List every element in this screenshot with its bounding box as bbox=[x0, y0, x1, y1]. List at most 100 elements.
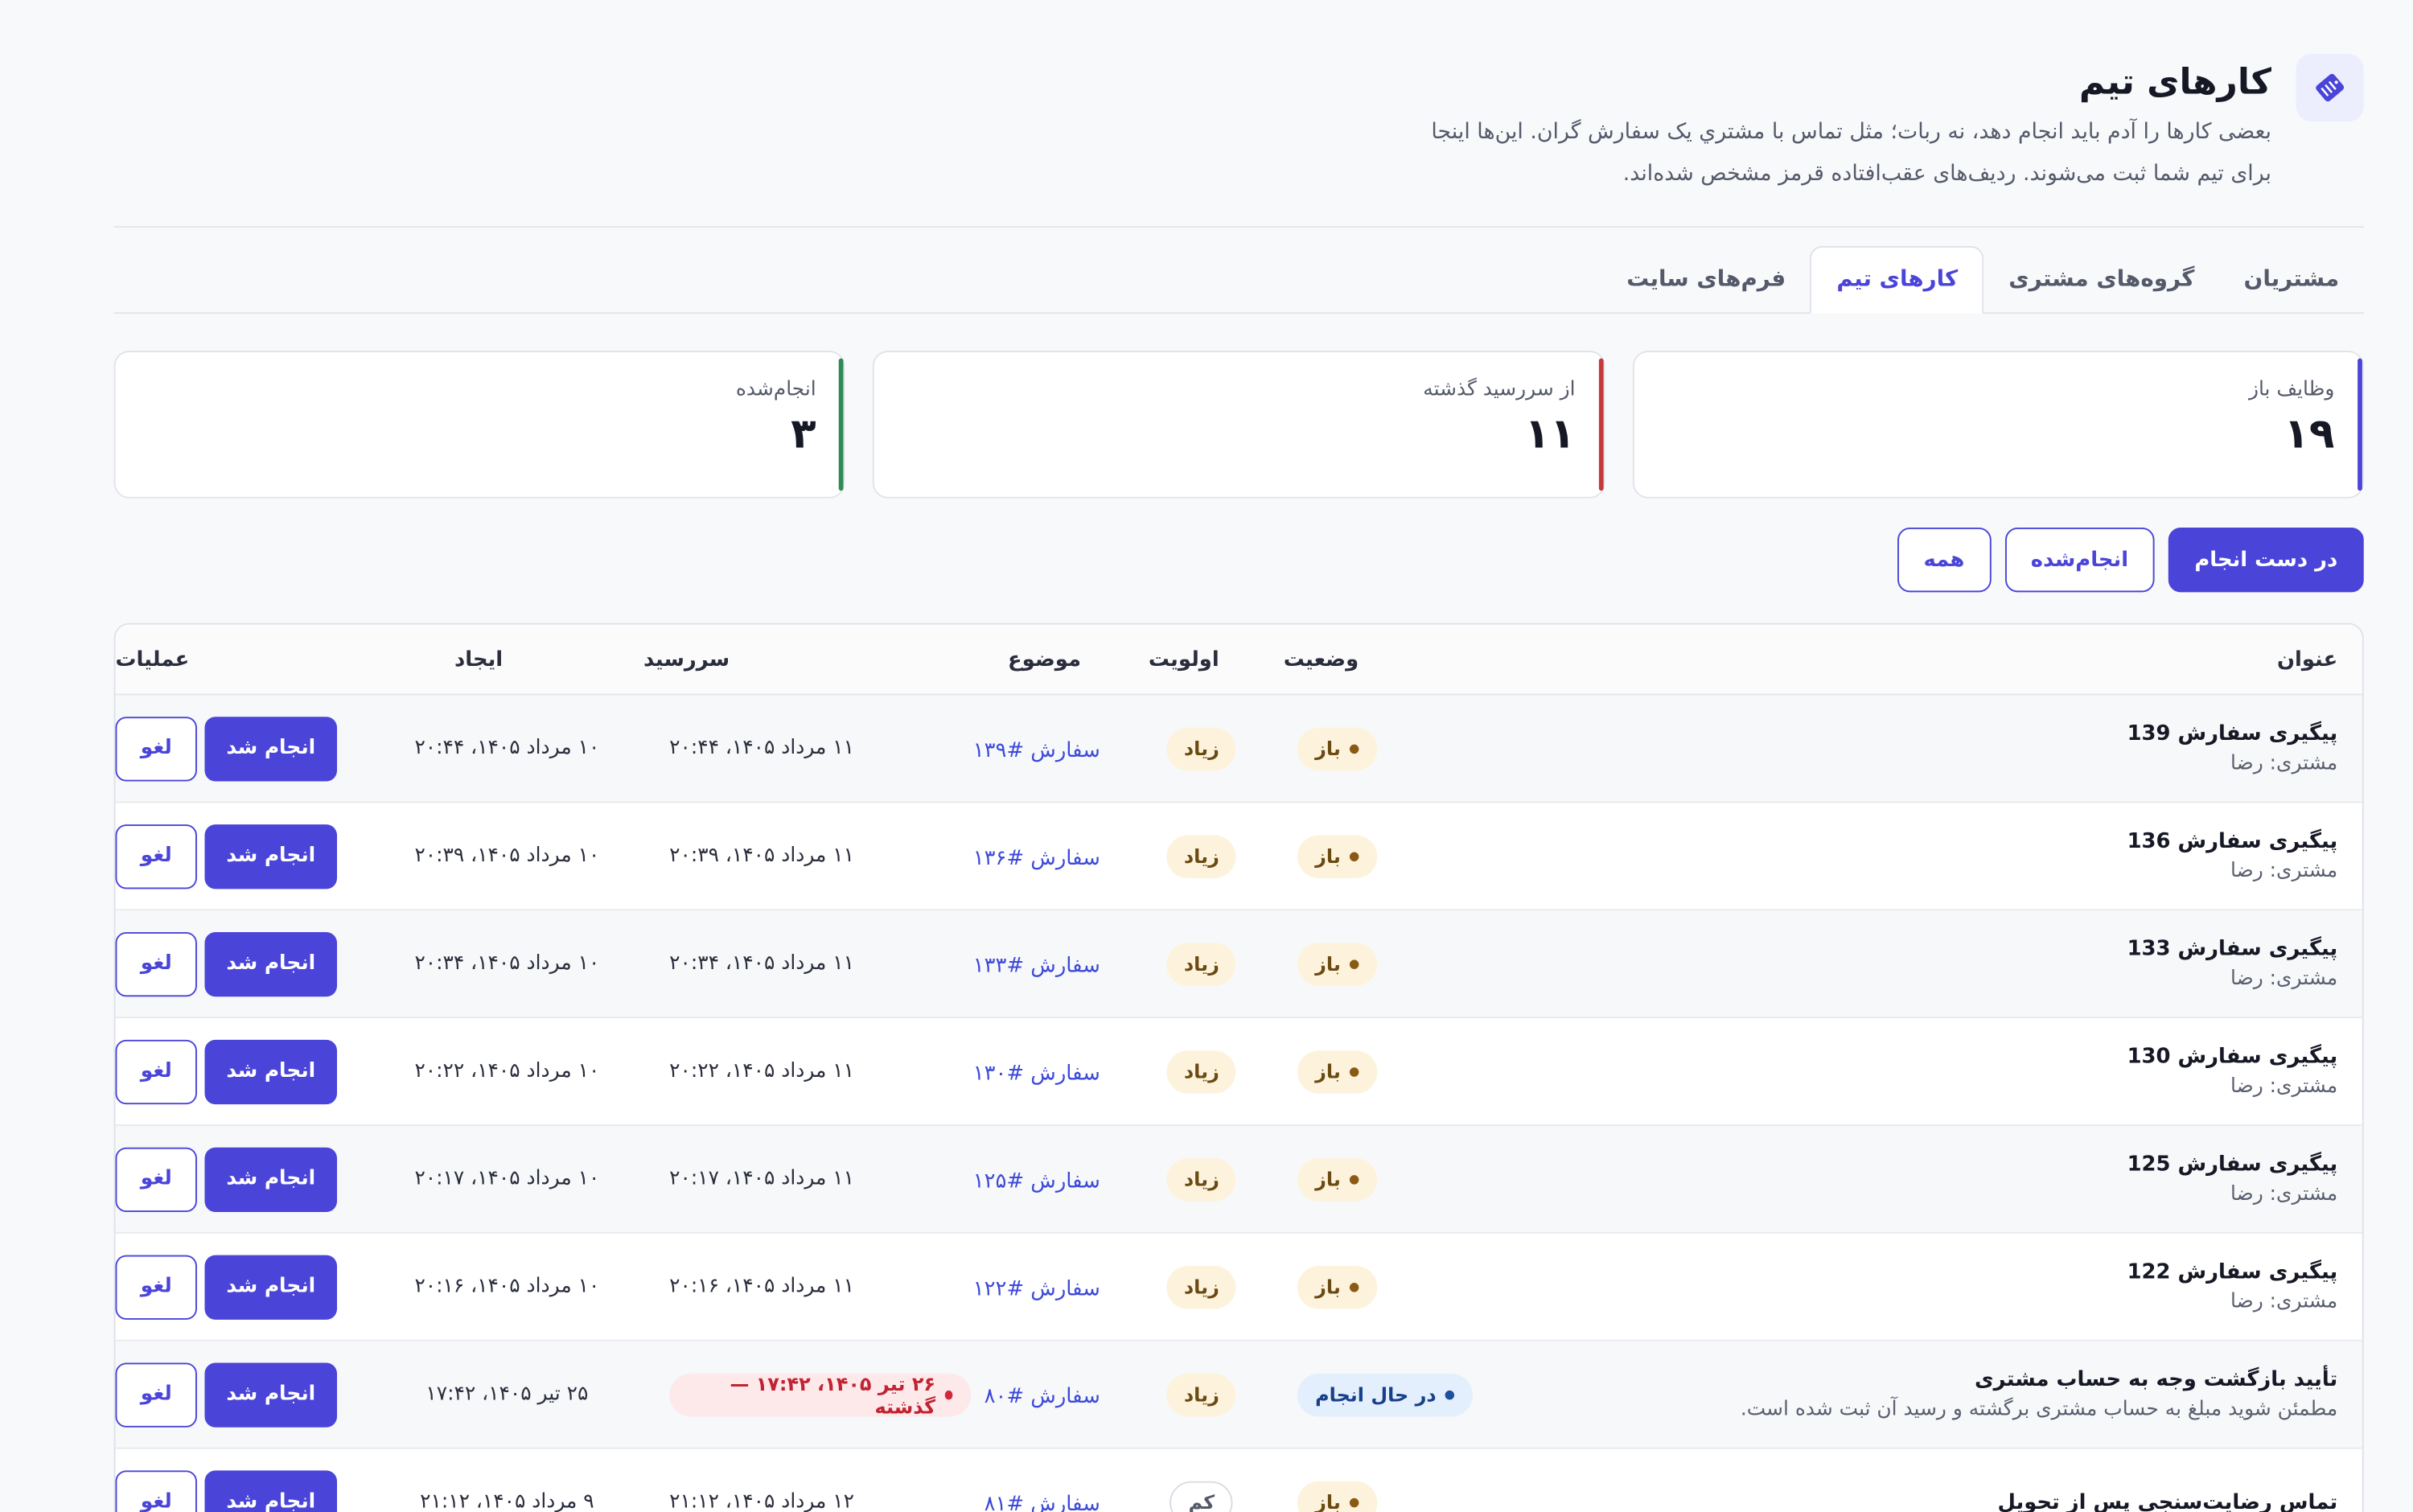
mark-done-button[interactable]: انجام شد bbox=[204, 1254, 338, 1319]
due-date: ۱۱ مرداد ۱۴۰۵، ۲۰:۲۲ bbox=[669, 1059, 855, 1083]
subject-cell: سفارش #۸۱ bbox=[972, 1487, 1107, 1512]
due-date: ۱۱ مرداد ۱۴۰۵، ۲۰:۱۷ bbox=[669, 1167, 855, 1191]
col-header-subject: موضوع bbox=[1008, 647, 1082, 672]
mark-done-button[interactable]: انجام شد bbox=[204, 716, 338, 781]
cancel-button[interactable]: لغو bbox=[115, 1146, 197, 1212]
status-dot-icon bbox=[1350, 1282, 1359, 1292]
cancel-button[interactable]: لغو bbox=[115, 1362, 197, 1427]
order-link[interactable]: سفارش #۱۳۶ bbox=[973, 846, 1100, 871]
mark-done-button[interactable]: انجام شد bbox=[204, 931, 338, 996]
created-cell: ۱۰ مرداد ۱۴۰۵، ۲۰:۲۲ bbox=[345, 1060, 670, 1083]
task-title: تأیید بازگشت وجه به حساب مشتری bbox=[1974, 1366, 2338, 1391]
priority-badge: زیاد bbox=[1166, 942, 1236, 985]
subject-cell: سفارش #۱۲۵ bbox=[972, 1165, 1107, 1194]
col-header-priority: اولویت bbox=[1148, 647, 1219, 672]
stat-label: وظایف باز bbox=[2248, 378, 2335, 402]
status-label: باز bbox=[1315, 1059, 1341, 1083]
priority-cell: کم bbox=[1107, 1480, 1297, 1512]
due-overdue-badge: ۲۶ تیر ۱۴۰۵، ۱۷:۴۲ — گذشته bbox=[669, 1371, 972, 1418]
task-title: پیگیری سفارش 125 bbox=[2127, 1151, 2338, 1177]
order-link[interactable]: سفارش #۸۱ bbox=[985, 1492, 1100, 1512]
mark-done-button[interactable]: انجام شد bbox=[204, 1469, 338, 1512]
table-row: پیگیری سفارش 125 مشتری: رضا باز زیاد سفارش #… bbox=[115, 1125, 2362, 1234]
stat-card-overdue: از سررسید گذشته ۱۱ bbox=[873, 351, 1605, 499]
filter-in-progress-button[interactable]: در دست انجام bbox=[2168, 527, 2364, 593]
stat-value: ۳ bbox=[791, 410, 816, 458]
due-cell: ۱۱ مرداد ۱۴۰۵، ۲۰:۱۶ bbox=[669, 1275, 972, 1298]
tab-team-tasks[interactable]: کارهای تیم bbox=[1810, 246, 1984, 314]
due-date: ۱۱ مرداد ۱۴۰۵، ۲۰:۴۴ bbox=[669, 737, 855, 760]
task-title: پیگیری سفارش 130 bbox=[2127, 1043, 2338, 1069]
tab-customers[interactable]: مشتریان bbox=[2219, 246, 2364, 314]
created-date: ۱۰ مرداد ۱۴۰۵، ۲۰:۱۷ bbox=[414, 1167, 600, 1191]
task-title-cell: پیگیری سفارش 136 مشتری: رضا bbox=[1576, 825, 2362, 887]
due-cell: ۱۱ مرداد ۱۴۰۵، ۲۰:۲۲ bbox=[669, 1060, 972, 1083]
col-header-created: ایجاد bbox=[454, 647, 504, 672]
status-label: باز bbox=[1315, 1490, 1341, 1512]
table-row: تماس رضایت‌سنجی پس از تحویل باز کم سفارش #۸… bbox=[115, 1449, 2362, 1512]
order-link[interactable]: سفارش #۱۲۲ bbox=[973, 1276, 1100, 1301]
cancel-button[interactable]: لغو bbox=[115, 1469, 197, 1512]
cancel-button[interactable]: لغو bbox=[115, 716, 197, 781]
created-cell: ۱۰ مرداد ۱۴۰۵، ۲۰:۱۶ bbox=[345, 1275, 670, 1298]
priority-badge: زیاد bbox=[1166, 726, 1236, 770]
tab-site-forms[interactable]: فرم‌های سایت bbox=[1602, 246, 1811, 314]
status-cell: باز bbox=[1297, 834, 1576, 878]
cancel-button[interactable]: لغو bbox=[115, 931, 197, 996]
mark-done-button[interactable]: انجام شد bbox=[204, 1146, 338, 1212]
page-description-line-1: بعضی کارها را آدم باید انجام دهد، نه ربا… bbox=[1431, 120, 2271, 145]
priority-cell: زیاد bbox=[1107, 1372, 1297, 1416]
created-cell: ۱۰ مرداد ۱۴۰۵، ۲۰:۳۴ bbox=[345, 952, 670, 976]
status-cell: باز bbox=[1297, 1157, 1576, 1201]
due-date: ۱۲ مرداد ۱۴۰۵، ۲۱:۱۲ bbox=[669, 1490, 855, 1512]
order-link[interactable]: سفارش #۱۳۰ bbox=[973, 1062, 1100, 1087]
priority-badge: کم bbox=[1170, 1480, 1234, 1512]
task-title: پیگیری سفارش 136 bbox=[2127, 828, 2338, 853]
order-link[interactable]: سفارش #۱۳۹ bbox=[973, 738, 1100, 763]
created-date: ۱۰ مرداد ۱۴۰۵، ۲۰:۳۴ bbox=[414, 951, 600, 976]
col-header-status: وضعیت bbox=[1283, 647, 1359, 672]
cancel-button[interactable]: لغو bbox=[115, 824, 197, 889]
mark-done-button[interactable]: انجام شد bbox=[204, 1362, 338, 1427]
stat-label: از سررسید گذشته bbox=[1423, 378, 1576, 402]
task-subtitle: مشتری: رضا bbox=[2230, 859, 2338, 882]
task-title: پیگیری سفارش 139 bbox=[2127, 721, 2338, 746]
status-badge: باز bbox=[1297, 942, 1378, 985]
cancel-button[interactable]: لغو bbox=[115, 1254, 197, 1319]
task-title-cell: پیگیری سفارش 130 مشتری: رضا bbox=[1576, 1041, 2362, 1103]
order-link[interactable]: سفارش #۱۲۵ bbox=[973, 1169, 1100, 1194]
mark-done-button[interactable]: انجام شد bbox=[204, 1038, 338, 1104]
tasks-table: عنوان وضعیت اولویت موضوع سررسید ایجاد عم… bbox=[113, 622, 2364, 1512]
order-link[interactable]: سفارش #۸۰ bbox=[985, 1384, 1100, 1409]
subject-cell: سفارش #۸۰ bbox=[972, 1380, 1107, 1409]
subject-cell: سفارش #۱۳۶ bbox=[972, 841, 1107, 871]
filter-all-button[interactable]: همه bbox=[1897, 527, 1991, 593]
task-subtitle: مطمئن شوید مبلغ به حساب مشتری برگشته و ر… bbox=[1740, 1397, 2338, 1421]
status-label: در حال انجام bbox=[1315, 1383, 1437, 1407]
ops-cell: انجام شد لغو bbox=[115, 931, 345, 996]
status-cell: باز bbox=[1297, 1050, 1576, 1093]
status-dot-icon bbox=[1350, 1497, 1359, 1507]
table-header: عنوان وضعیت اولویت موضوع سررسید ایجاد عم… bbox=[115, 624, 2362, 696]
priority-cell: زیاد bbox=[1107, 726, 1297, 770]
stat-label: انجام‌شده bbox=[735, 378, 816, 402]
subject-cell: سفارش #۱۳۰ bbox=[972, 1057, 1107, 1087]
status-cell: باز bbox=[1297, 726, 1576, 770]
subject-cell: سفارش #۱۳۳ bbox=[972, 949, 1107, 979]
order-link[interactable]: سفارش #۱۳۳ bbox=[973, 954, 1100, 979]
status-dot-icon bbox=[1445, 1389, 1455, 1399]
table-body: پیگیری سفارش 139 مشتری: رضا باز زیاد سفارش #… bbox=[115, 695, 2362, 1512]
task-title: تماس رضایت‌سنجی پس از تحویل bbox=[1997, 1489, 2338, 1512]
due-cell: ۱۱ مرداد ۱۴۰۵، ۲۰:۱۷ bbox=[669, 1168, 972, 1191]
mark-done-button[interactable]: انجام شد bbox=[204, 824, 338, 889]
due-date: ۲۶ تیر ۱۴۰۵، ۱۷:۴۲ — گذشته bbox=[730, 1371, 936, 1418]
status-cell: باز bbox=[1297, 942, 1576, 985]
cancel-button[interactable]: لغو bbox=[115, 1038, 197, 1104]
col-header-due: سررسید bbox=[643, 647, 730, 672]
status-cell: باز bbox=[1297, 1265, 1576, 1309]
task-title-cell: پیگیری سفارش 125 مشتری: رضا bbox=[1576, 1148, 2362, 1210]
task-title-cell: پیگیری سفارش 139 مشتری: رضا bbox=[1576, 717, 2362, 779]
col-header-ops: عملیات bbox=[116, 647, 314, 672]
filter-done-button[interactable]: انجام‌شده bbox=[2004, 527, 2155, 593]
tab-customer-groups[interactable]: گروه‌های مشتری bbox=[1984, 246, 2219, 314]
